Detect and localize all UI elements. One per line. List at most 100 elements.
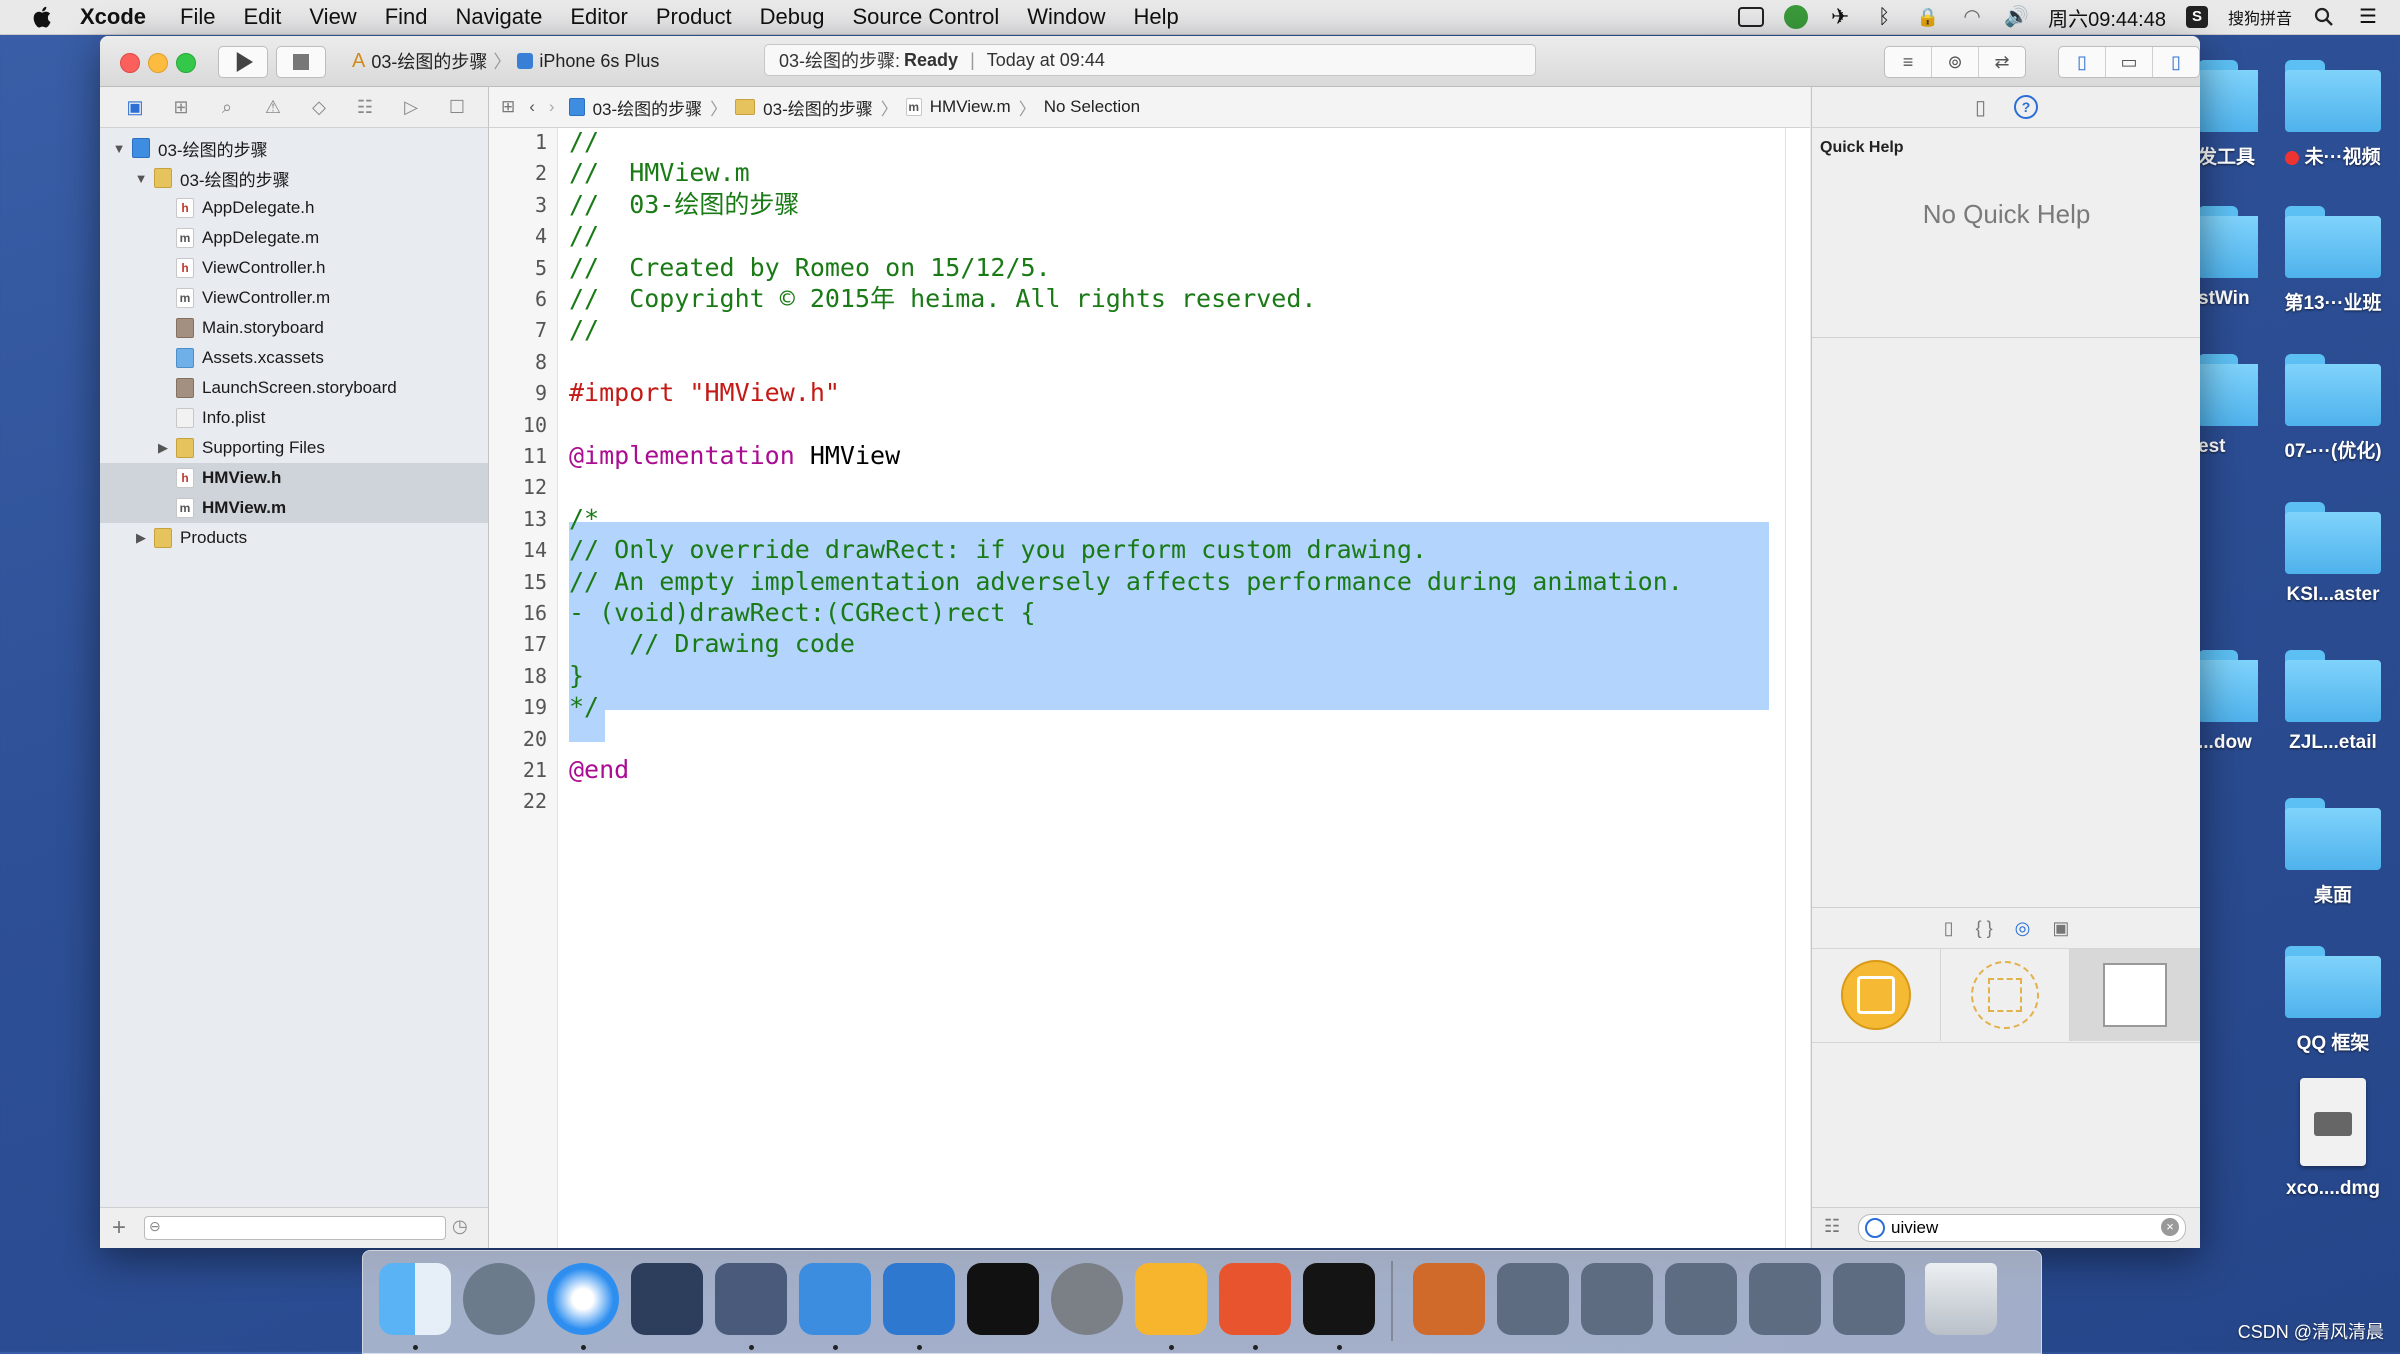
jumpbar-crumb-project[interactable]: 03-绘图的步骤 [568, 95, 702, 120]
tree-item[interactable]: Assets.xcassets [100, 343, 488, 373]
add-file-icon[interactable]: + [112, 1214, 126, 1242]
desktop-icon-qq[interactable]: QQ 框架 [2268, 946, 2398, 1055]
stop-button[interactable] [276, 46, 326, 78]
menu-find[interactable]: Find [385, 4, 428, 30]
zoom-window-button[interactable] [176, 53, 196, 73]
tree-item[interactable]: Info.plist [100, 403, 488, 433]
input-method-label[interactable]: 搜狗拼音 [2228, 5, 2292, 29]
movie-app-icon[interactable] [715, 1263, 787, 1335]
disclosure-expanded-icon[interactable]: ▼ [134, 171, 148, 186]
list-view-icon[interactable]: ☷ [1824, 1216, 1840, 1237]
close-window-button[interactable] [120, 53, 140, 73]
mouse-app-icon[interactable] [631, 1263, 703, 1335]
input-method-icon[interactable]: S [2185, 6, 2208, 28]
launchpad-icon[interactable] [463, 1263, 535, 1335]
recent-files-icon[interactable]: ◷ [452, 1216, 468, 1237]
library-item-view-controller[interactable] [1812, 949, 1941, 1041]
clear-filter-icon[interactable]: × [2161, 1218, 2179, 1236]
tree-item[interactable]: Main.storyboard [100, 313, 488, 343]
desktop-icon-dmg[interactable]: xco....dmg [2268, 1078, 2398, 1200]
toggle-navigator-button[interactable]: ▯ [2059, 47, 2106, 77]
library-filter-input[interactable]: uiview × [1858, 1214, 2186, 1242]
desktop-icon-zjl[interactable]: ZJL...etail [2268, 650, 2398, 754]
assistant-editor-button[interactable]: ⊚ [1932, 47, 1979, 77]
desktop-icon-desktop[interactable]: 桌面 [2268, 798, 2398, 907]
report-navigator-icon[interactable]: ☐ [446, 96, 468, 118]
disclosure-expanded-icon[interactable]: ▼ [112, 141, 126, 156]
menu-navigate[interactable]: Navigate [456, 4, 543, 30]
library-item-view[interactable] [2070, 949, 2200, 1041]
file-template-library-icon[interactable]: ▯ [1944, 918, 1954, 939]
tree-item[interactable]: h AppDelegate.h [100, 193, 488, 223]
tree-item[interactable]: LaunchScreen.storyboard [100, 373, 488, 403]
version-editor-button[interactable]: ⇄ [1979, 47, 2025, 77]
xcode-icon[interactable] [799, 1263, 871, 1335]
wifi-icon[interactable]: ◠ [1960, 5, 1984, 29]
airplane-icon[interactable]: ✈ [1828, 5, 1852, 29]
spotlight-search-icon[interactable] [2312, 5, 2336, 29]
exec-terminal-icon[interactable] [1303, 1263, 1375, 1335]
powerpoint-icon[interactable] [1219, 1263, 1291, 1335]
media-library-icon[interactable]: ▣ [2052, 918, 2069, 939]
standard-editor-button[interactable]: ≡ [1885, 47, 1932, 77]
screenshot-5-icon[interactable] [1833, 1263, 1905, 1335]
forward-button[interactable]: › [549, 97, 555, 117]
desktop-icon-video[interactable]: 未···视频 [2268, 60, 2398, 169]
video-player-icon[interactable] [1413, 1263, 1485, 1335]
navigator-filter-field[interactable]: ⊖ [144, 1216, 446, 1240]
jumpbar-crumb-group[interactable]: 03-绘图的步骤 [735, 95, 873, 120]
search-icon[interactable]: ⌕ [216, 96, 238, 118]
menu-file[interactable]: File [180, 4, 215, 30]
symbol-navigator-icon[interactable]: ⊞ [170, 96, 192, 118]
menu-product[interactable]: Product [656, 4, 732, 30]
screen-record-icon[interactable] [1738, 7, 1765, 27]
sketch-icon[interactable] [1135, 1263, 1207, 1335]
breakpoint-icon[interactable]: ▷ [400, 96, 422, 118]
object-library-icon[interactable]: ◎ [2015, 918, 2031, 939]
bluetooth-icon[interactable]: ᛒ [1872, 5, 1896, 29]
tree-item[interactable]: h HMView.h [100, 463, 488, 493]
trash-icon[interactable] [1925, 1263, 1997, 1335]
menu-view[interactable]: View [309, 4, 356, 30]
tree-item[interactable]: h ViewController.h [100, 253, 488, 283]
clock[interactable]: 周六09:44:48 [2048, 3, 2166, 32]
test-navigator-icon[interactable]: ◇ [308, 96, 330, 118]
screenshot-3-icon[interactable] [1665, 1263, 1737, 1335]
finder-icon[interactable] [379, 1263, 451, 1335]
desktop-icon-07[interactable]: 07-···(优化) [2268, 354, 2398, 463]
menu-edit[interactable]: Edit [243, 4, 281, 30]
tree-item[interactable]: m HMView.m [100, 493, 488, 523]
tree-item[interactable]: ▼ 03-绘图的步骤 [100, 133, 488, 163]
warning-icon[interactable]: ⚠ [262, 96, 284, 118]
source-editor[interactable]: 1 2 3 4 5 6 7 8 9 10 11 12 13 14 15 16 17 18 19 20 21 22 ////… [489, 127, 1810, 1248]
desktop-icon-class13[interactable]: 第13···业班 [2268, 206, 2398, 315]
jumpbar-crumb-selection[interactable]: No Selection [1044, 97, 1140, 117]
file-inspector-icon[interactable]: ▯ [1975, 95, 1986, 120]
tree-item[interactable]: ▶ Products [100, 523, 488, 553]
toggle-debug-area-button[interactable]: ▭ [2106, 47, 2153, 77]
disclosure-collapsed-icon[interactable]: ▶ [156, 440, 170, 456]
desktop-icon-partial-2[interactable]: stWin [2198, 206, 2258, 310]
tree-item[interactable]: m ViewController.m [100, 283, 488, 313]
desktop-icon-partial-3[interactable]: est [2198, 354, 2258, 458]
screenshot-1-icon[interactable] [1497, 1263, 1569, 1335]
simulator-icon[interactable] [883, 1263, 955, 1335]
toggle-utilities-button[interactable]: ▯ [2153, 47, 2199, 77]
lock-icon[interactable]: 🔒 [1916, 5, 1940, 29]
sync-status-icon[interactable] [1784, 5, 1809, 29]
minimize-window-button[interactable] [148, 53, 168, 73]
back-button[interactable]: ‹ [529, 97, 535, 117]
system-preferences-icon[interactable] [1051, 1263, 1123, 1335]
menu-help[interactable]: Help [1134, 4, 1179, 30]
safari-icon[interactable] [547, 1263, 619, 1335]
code-snippet-library-icon[interactable]: { } [1976, 918, 1993, 939]
tree-item[interactable]: m AppDelegate.m [100, 223, 488, 253]
terminal-icon[interactable] [967, 1263, 1039, 1335]
menu-window[interactable]: Window [1027, 4, 1105, 30]
scheme-selector[interactable]: A 03-绘图的步骤 〉 iPhone 6s Plus [352, 46, 659, 76]
notification-center-icon[interactable]: ☰ [2356, 5, 2380, 29]
screenshot-2-icon[interactable] [1581, 1263, 1653, 1335]
menu-editor[interactable]: Editor [570, 4, 627, 30]
tree-item[interactable]: ▶ Supporting Files [100, 433, 488, 463]
run-button[interactable] [218, 46, 268, 78]
